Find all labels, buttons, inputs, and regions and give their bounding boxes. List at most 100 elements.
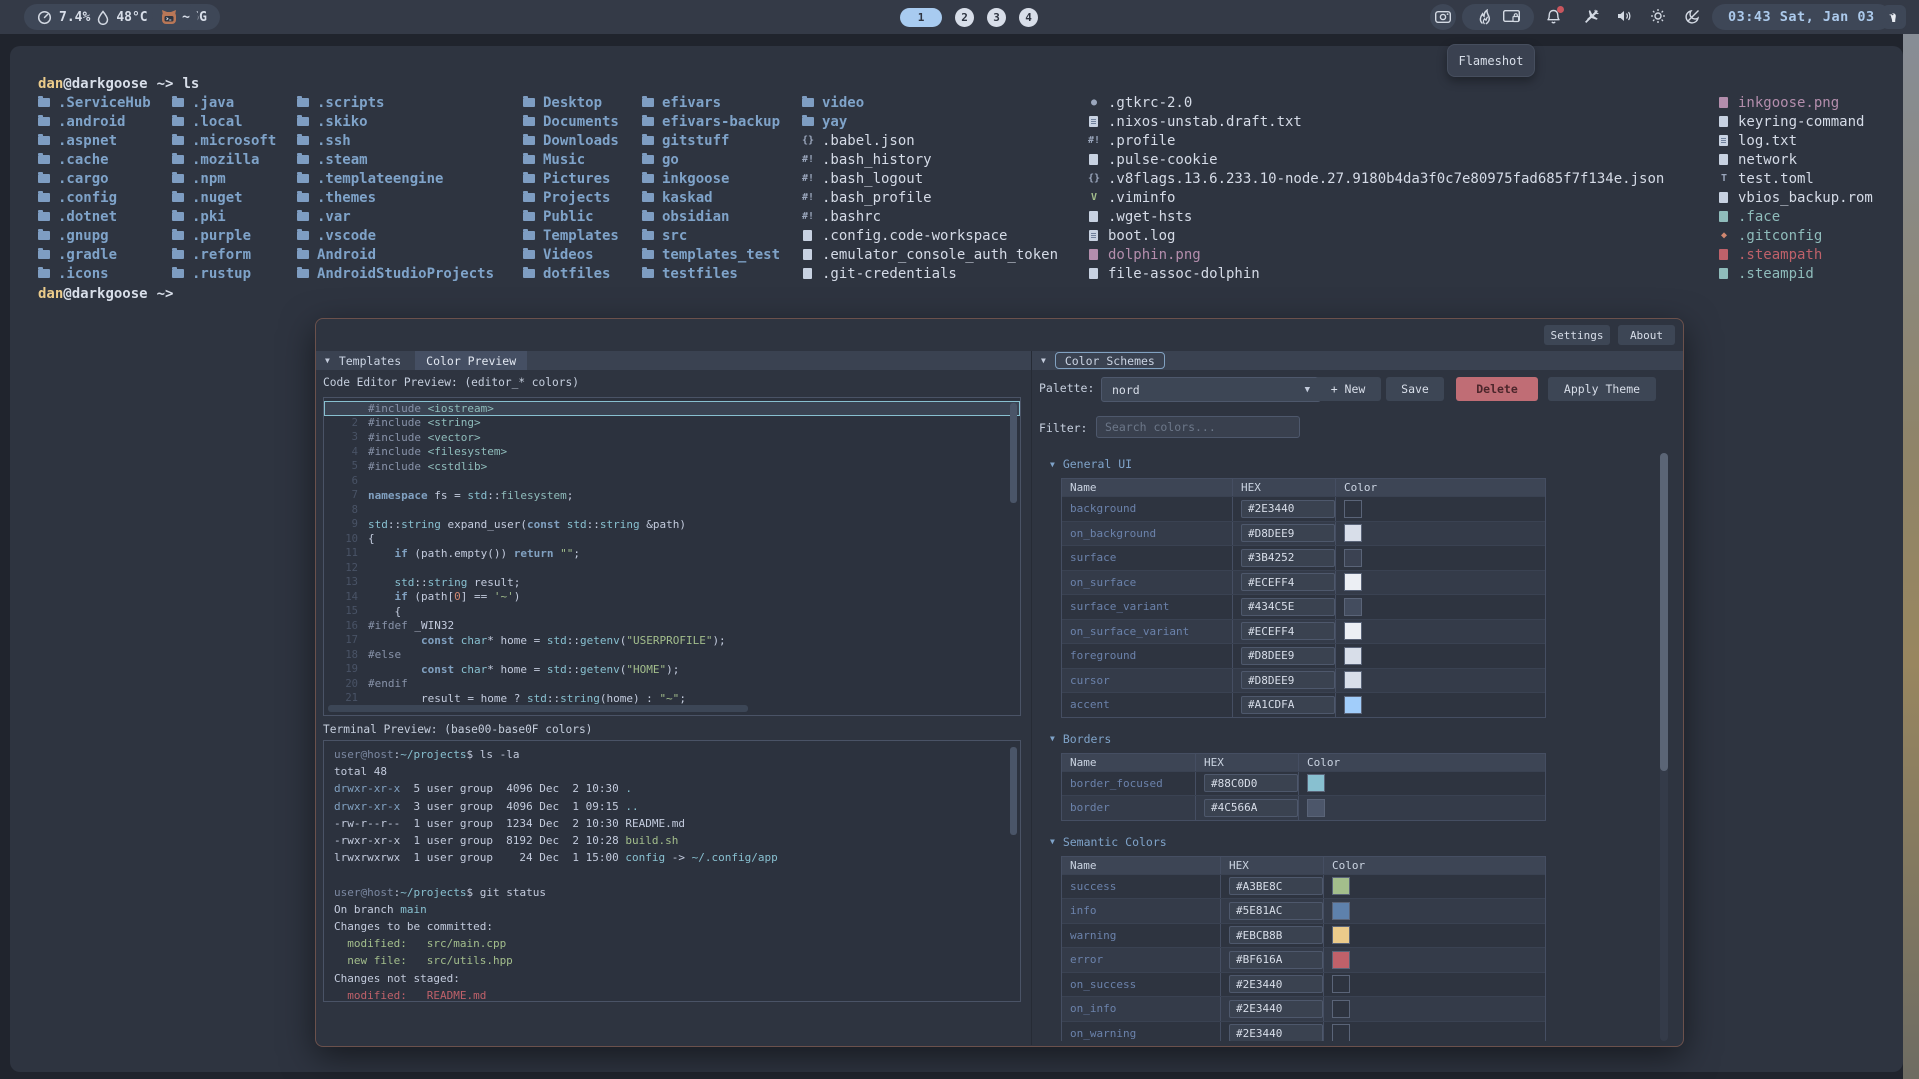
top-bar: 7.4% 48°C 4.6G ~ 1234 — [0, 0, 1919, 34]
collapse-icon[interactable]: ▼ — [325, 356, 330, 365]
color-name: on_info — [1062, 1002, 1220, 1015]
tab-color-schemes[interactable]: Color Schemes — [1055, 352, 1165, 369]
tab-color-preview[interactable]: Color Preview — [415, 351, 527, 370]
hex-value-input[interactable]: #5E81AC — [1229, 902, 1323, 920]
ls-item-label: .gitconfig — [1738, 228, 1822, 244]
color-cell — [1298, 796, 1545, 820]
color-swatch[interactable] — [1344, 647, 1362, 665]
hex-value-input[interactable]: #2E3440 — [1241, 500, 1335, 518]
terminal-preview-lines: user@host:~/projects$ ls -latotal 48drwx… — [324, 741, 1020, 1002]
new-palette-button[interactable]: + New — [1315, 377, 1381, 401]
tab-templates[interactable]: Templates — [339, 354, 401, 368]
folder-icon — [172, 98, 184, 107]
workspace-2[interactable]: 2 — [955, 8, 974, 27]
night-light-button[interactable] — [1685, 8, 1701, 24]
prompt-command: ls — [182, 76, 199, 92]
code-editor-preview[interactable]: #include <iostream>2#include <string>3#i… — [323, 397, 1021, 716]
color-swatch[interactable] — [1344, 598, 1362, 616]
ls-item: network — [1718, 150, 1873, 169]
volume-button[interactable] — [1616, 9, 1632, 23]
color-swatch[interactable] — [1344, 622, 1362, 640]
ls-item-label: network — [1738, 152, 1797, 168]
color-swatch[interactable] — [1344, 696, 1362, 714]
color-swatch[interactable] — [1332, 1000, 1350, 1018]
hex-value-input[interactable]: #88C0D0 — [1204, 774, 1298, 792]
color-swatch[interactable] — [1344, 671, 1362, 689]
terminal-line: modified: README.md — [334, 987, 1020, 1002]
ls-item: templates_test — [642, 245, 780, 264]
workspace-3[interactable]: 3 — [987, 8, 1006, 27]
clock[interactable]: 03:43 Sat, Jan 03 — [1712, 4, 1891, 30]
screen-lock-icon[interactable] — [1503, 10, 1520, 24]
notifications-button[interactable] — [1546, 8, 1561, 25]
color-swatch[interactable] — [1332, 951, 1350, 969]
delete-button[interactable]: Delete — [1456, 377, 1538, 401]
hex-value-input[interactable]: #ECEFF4 — [1241, 622, 1335, 640]
ls-item-label: .android — [58, 114, 125, 130]
color-swatch[interactable] — [1332, 1024, 1350, 1041]
save-button[interactable]: Save — [1386, 377, 1444, 401]
about-button[interactable]: About — [1618, 325, 1675, 345]
hex-value-input[interactable]: #D8DEE9 — [1241, 671, 1335, 689]
code-text: namespace fs = std::filesystem; — [368, 489, 573, 502]
tray-icon-button[interactable] — [1882, 5, 1906, 29]
hex-value-input[interactable]: #3B4252 — [1241, 549, 1335, 567]
right-panel-scrollbar[interactable] — [1660, 453, 1668, 1041]
hex-value-input[interactable]: #434C5E — [1241, 598, 1335, 616]
editor-vertical-scrollbar[interactable] — [1010, 403, 1017, 503]
flameshot-icon[interactable] — [1477, 9, 1491, 25]
hex-value-input[interactable]: #4C566A — [1204, 799, 1298, 817]
hex-value-input[interactable]: #2E3440 — [1229, 975, 1323, 993]
hex-value-input[interactable]: #D8DEE9 — [1241, 647, 1335, 665]
folder-icon — [38, 98, 50, 107]
hex-value-input[interactable]: #ECEFF4 — [1241, 573, 1335, 591]
editor-horizontal-scrollbar[interactable] — [328, 705, 748, 712]
workspace-4[interactable]: 4 — [1019, 8, 1038, 27]
terminal-vertical-scrollbar[interactable] — [1010, 747, 1017, 835]
folder-icon — [802, 117, 814, 126]
color-swatch[interactable] — [1332, 975, 1350, 993]
ls-item: Music — [523, 150, 619, 169]
section-title[interactable]: ▼Semantic Colors — [1050, 835, 1656, 849]
code-text: if (path[0] == '~') — [368, 590, 520, 603]
color-swatch[interactable] — [1344, 549, 1362, 567]
hex-value-input[interactable]: #A3BE8C — [1229, 877, 1323, 895]
settings-button[interactable]: Settings — [1544, 325, 1610, 345]
collapse-icon[interactable]: ▼ — [1041, 356, 1046, 365]
color-swatch[interactable] — [1307, 799, 1325, 817]
color-swatch[interactable] — [1332, 902, 1350, 920]
color-swatch[interactable] — [1344, 573, 1362, 591]
terminal-preview[interactable]: user@host:~/projects$ ls -latotal 48drwx… — [323, 740, 1021, 1002]
workspace-1[interactable]: 1 — [900, 8, 942, 27]
color-swatch[interactable] — [1332, 877, 1350, 895]
brightness-button[interactable] — [1650, 8, 1666, 24]
hex-value-input[interactable]: #D8DEE9 — [1241, 524, 1335, 542]
hex-value-input[interactable]: #2E3440 — [1229, 1000, 1323, 1018]
section-title[interactable]: ▼General UI — [1050, 457, 1656, 471]
apply-theme-button[interactable]: Apply Theme — [1548, 377, 1656, 401]
screen-record-button[interactable] — [1430, 4, 1456, 30]
ls-item: .cargo — [38, 169, 151, 188]
color-swatch[interactable] — [1344, 500, 1362, 518]
filter-input[interactable] — [1096, 416, 1300, 438]
color-swatch[interactable] — [1332, 926, 1350, 944]
scrollbar-thumb[interactable] — [1660, 453, 1668, 771]
section-title[interactable]: ▼Borders — [1050, 732, 1656, 746]
color-swatch[interactable] — [1344, 524, 1362, 542]
hex-value-input[interactable]: #2E3440 — [1229, 1024, 1323, 1041]
terminal-line: Changes to be committed: — [334, 918, 1020, 935]
prompt-user: dan — [38, 76, 63, 92]
ls-item: video — [802, 93, 1058, 112]
palette-dropdown[interactable]: nord ▼ — [1101, 377, 1321, 402]
right-tab-bar: ▼ Color Schemes — [1032, 351, 1683, 370]
hex-value-input[interactable]: #EBCB8B — [1229, 926, 1323, 944]
color-swatch[interactable] — [1307, 774, 1325, 792]
terminal-app-pill[interactable]: ~ — [152, 4, 198, 30]
hex-value-input[interactable]: #BF616A — [1229, 951, 1323, 969]
ls-item-label: .wget-hsts — [1108, 209, 1192, 225]
hex-value-input[interactable]: #A1CDFA — [1241, 696, 1335, 714]
color-cell — [1335, 595, 1545, 619]
shell-prompt-2: dan@darkgoose~> — [38, 284, 173, 303]
color-cell — [1335, 693, 1545, 717]
airplane-mode-button[interactable] — [1583, 8, 1600, 25]
